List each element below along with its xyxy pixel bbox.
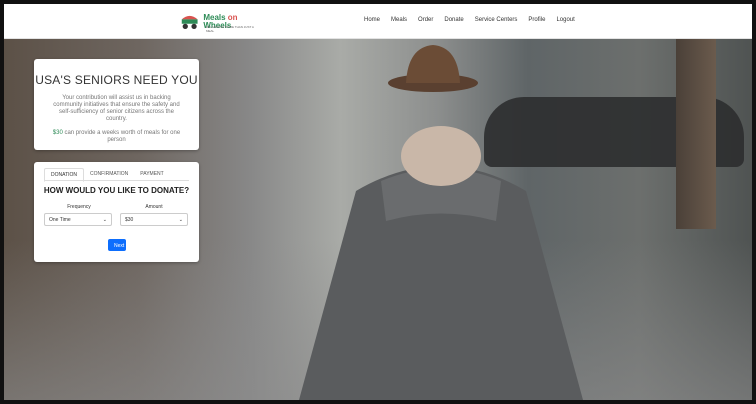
- background-tree: [676, 39, 716, 229]
- nav-profile[interactable]: Profile: [528, 17, 545, 23]
- intro-amount: $30: [52, 130, 63, 136]
- amount-select[interactable]: $30 ⌄: [120, 213, 188, 226]
- frequency-select[interactable]: One Time ⌄: [44, 213, 112, 226]
- frequency-value: One Time: [49, 217, 71, 223]
- next-button[interactable]: Next: [108, 239, 126, 251]
- nav-home[interactable]: Home: [364, 17, 380, 23]
- brand-tagline: DELIVERING MORE THAN JUST A MEAL: [206, 25, 254, 33]
- browser-frame: Meals on Wheels DELIVERING MORE THAN JUS…: [0, 0, 756, 404]
- navbar: Meals on Wheels DELIVERING MORE THAN JUS…: [4, 4, 752, 39]
- intro-body: Your contribution will assist us in back…: [53, 95, 180, 122]
- donation-heading: HOW WOULD YOU LIKE TO DONATE?: [43, 186, 190, 195]
- main-nav: Home Meals Order Donate Service Centers …: [364, 17, 586, 23]
- nav-meals[interactable]: Meals: [391, 17, 407, 23]
- nav-service-centers[interactable]: Service Centers: [475, 17, 518, 23]
- elderly-man-figure: [299, 126, 583, 400]
- chevron-down-icon: ⌄: [178, 217, 183, 223]
- tab-confirmation[interactable]: CONFIRMATION: [84, 168, 134, 180]
- nav-order[interactable]: Order: [418, 17, 433, 23]
- tab-payment[interactable]: PAYMENT: [134, 168, 169, 180]
- frequency-label: Frequency: [67, 204, 91, 210]
- hat: [388, 45, 478, 92]
- nav-logout[interactable]: Logout: [556, 17, 574, 23]
- meal-cart-icon: [181, 15, 198, 30]
- chevron-down-icon: ⌄: [102, 217, 107, 223]
- tab-donation[interactable]: DONATION: [44, 168, 85, 182]
- intro-heading: USA'S SENIORS NEED YOU: [35, 73, 198, 87]
- hero-section: USA'S SENIORS NEED YOU Your contribution…: [4, 39, 752, 400]
- intro-impact-text: can provide a weeks worth of meals for o…: [64, 130, 181, 143]
- donation-card: DONATION CONFIRMATION PAYMENT HOW WOULD …: [34, 162, 199, 262]
- intro-impact: $30 can provide a weeks worth of meals f…: [50, 130, 183, 144]
- amount-label: Amount: [145, 204, 163, 210]
- nav-donate[interactable]: Donate: [444, 17, 463, 23]
- donation-tabs: DONATION CONFIRMATION PAYMENT: [44, 168, 189, 182]
- intro-card: USA'S SENIORS NEED YOU Your contribution…: [34, 59, 199, 150]
- amount-value: $30: [125, 217, 134, 223]
- brand-logo[interactable]: Meals on Wheels DELIVERING MORE THAN JUS…: [180, 10, 260, 34]
